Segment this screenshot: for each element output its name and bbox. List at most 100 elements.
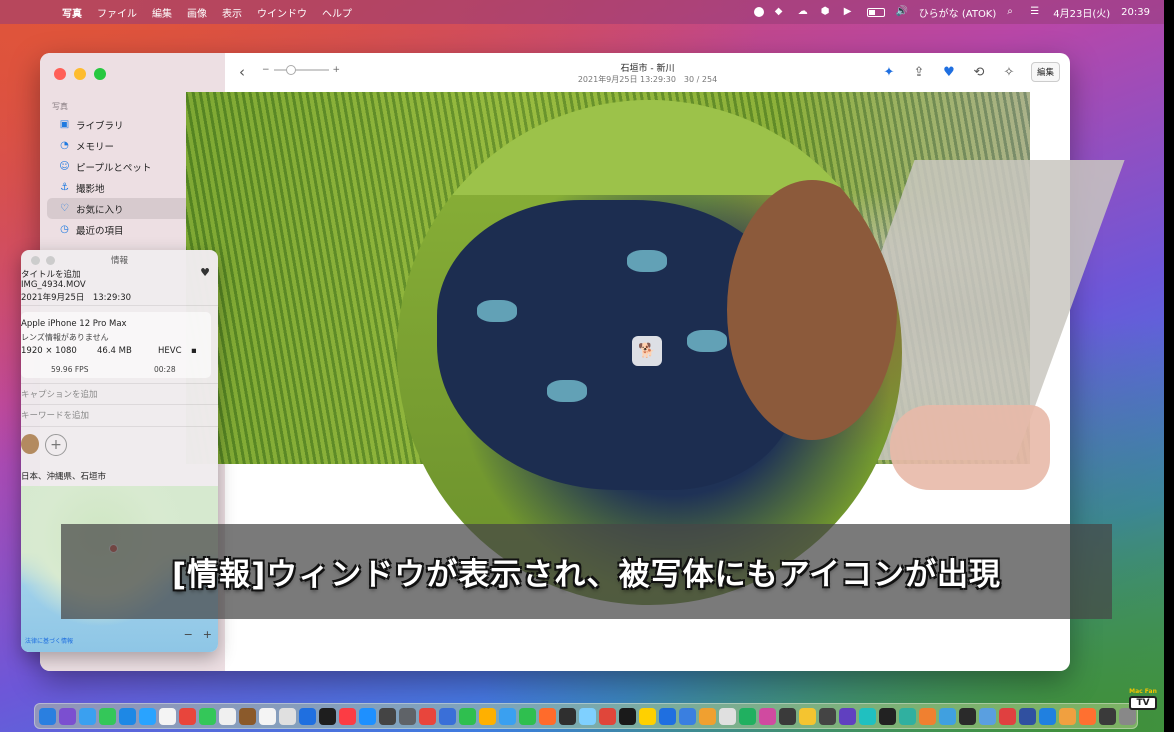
shield-icon[interactable]: ⬢ <box>821 6 833 18</box>
dock-app-icon[interactable] <box>419 707 436 725</box>
add-keyword-field[interactable]: キーワードを追加 <box>21 409 89 421</box>
dock-app-icon[interactable] <box>379 707 396 725</box>
dock-app-icon[interactable] <box>1099 707 1116 725</box>
map-zoom-out-button[interactable]: − <box>184 628 193 641</box>
rotate-icon[interactable]: ⟲ <box>971 65 987 80</box>
dock-app-icon[interactable] <box>79 707 96 725</box>
dock-app-icon[interactable] <box>539 707 556 725</box>
volume-icon[interactable]: 🔊 <box>896 6 908 18</box>
add-person-button[interactable]: + <box>45 434 67 456</box>
dock-app-icon[interactable] <box>599 707 616 725</box>
dock-app-icon[interactable] <box>279 707 296 725</box>
pet-lookup-icon[interactable]: 🐕 <box>632 336 662 366</box>
dock-app-icon[interactable] <box>199 707 216 725</box>
person-avatar[interactable] <box>21 434 39 454</box>
favorite-heart-icon[interactable]: ♥ <box>941 65 957 80</box>
dock-app-icon[interactable] <box>799 707 816 725</box>
dock-app-icon[interactable] <box>139 707 156 725</box>
minimize-window-button[interactable] <box>74 68 86 80</box>
shirt-pattern <box>547 380 587 402</box>
menu-app-name[interactable]: 写真 <box>62 5 82 20</box>
battery-icon[interactable] <box>866 7 885 17</box>
edit-button[interactable]: 編集 <box>1030 62 1060 82</box>
dock-app-icon[interactable] <box>119 707 136 725</box>
dock-app-icon[interactable] <box>619 707 636 725</box>
menu-time[interactable]: 20:39 <box>1121 7 1150 18</box>
info-heart-icon[interactable]: ♥ <box>200 266 210 279</box>
dock-app-icon[interactable] <box>179 707 196 725</box>
search-icon[interactable]: ⌕ <box>1007 6 1019 18</box>
menu-image[interactable]: 画像 <box>187 5 207 20</box>
sidebar-item-label: お気に入り <box>76 204 124 216</box>
dock-app-icon[interactable] <box>559 707 576 725</box>
input-method-indicator[interactable]: ひらがな (ATOK) <box>919 5 997 20</box>
close-window-button[interactable] <box>54 68 66 80</box>
cloud-icon[interactable]: ☁ <box>798 6 810 18</box>
dock-app-icon[interactable] <box>1039 707 1056 725</box>
map-legal-link[interactable]: 法律に基づく情報 <box>25 636 73 645</box>
menu-window[interactable]: ウインドウ <box>257 5 307 20</box>
dock-app-icon[interactable] <box>779 707 796 725</box>
menu-file[interactable]: ファイル <box>97 5 137 20</box>
dock-app-icon[interactable] <box>519 707 536 725</box>
dock-app-icon[interactable] <box>1019 707 1036 725</box>
dock-app-icon[interactable] <box>479 707 496 725</box>
dock-app-icon[interactable] <box>159 707 176 725</box>
play-icon[interactable]: ▶ <box>844 6 856 18</box>
visual-lookup-icon[interactable]: ✦ <box>881 65 897 80</box>
dock-app-icon[interactable] <box>839 707 856 725</box>
dock-app-icon[interactable] <box>359 707 376 725</box>
dock-app-icon[interactable] <box>899 707 916 725</box>
dock-app-icon[interactable] <box>939 707 956 725</box>
dropbox-icon[interactable]: ◆ <box>775 6 787 18</box>
dock-app-icon[interactable] <box>319 707 336 725</box>
dock-app-icon[interactable] <box>979 707 996 725</box>
dock-app-icon[interactable] <box>1059 707 1076 725</box>
location-label: 日本、沖縄県、石垣市 <box>21 472 107 482</box>
dock-app-icon[interactable] <box>759 707 776 725</box>
dock-app-icon[interactable] <box>879 707 896 725</box>
sidebar-section-label: 写真 <box>52 102 68 111</box>
dock-app-icon[interactable] <box>719 707 736 725</box>
add-caption-field[interactable]: キャプションを追加 <box>21 388 98 400</box>
channel-logo: Mac Fan TV <box>1127 688 1159 712</box>
menu-date[interactable]: 4月23日(火) <box>1053 5 1110 20</box>
zoom-window-button[interactable] <box>94 68 106 80</box>
menu-edit[interactable]: 編集 <box>152 5 172 20</box>
dock-app-icon[interactable] <box>999 707 1016 725</box>
dock-app-icon[interactable] <box>959 707 976 725</box>
caption-text: [情報]ウィンドウが表示され、被写体にもアイコンが出現 <box>171 557 1002 593</box>
dock-app-icon[interactable] <box>859 707 876 725</box>
dock-app-icon[interactable] <box>659 707 676 725</box>
dock-app-icon[interactable] <box>239 707 256 725</box>
dock-app-icon[interactable] <box>439 707 456 725</box>
dock-app-icon[interactable] <box>699 707 716 725</box>
dock-app-icon[interactable] <box>99 707 116 725</box>
dock-app-icon[interactable] <box>639 707 656 725</box>
dock-app-icon[interactable] <box>679 707 696 725</box>
dock-app-icon[interactable] <box>919 707 936 725</box>
menu-help[interactable]: ヘルプ <box>322 5 352 20</box>
dock-app-icon[interactable] <box>739 707 756 725</box>
control-center-icon[interactable]: ☰ <box>1030 6 1042 18</box>
grass-region <box>397 100 902 195</box>
record-icon[interactable] <box>753 7 764 17</box>
dock-app-icon[interactable] <box>579 707 596 725</box>
dock-app-icon[interactable] <box>39 707 56 725</box>
dock-app-icon[interactable] <box>339 707 356 725</box>
dock-app-icon[interactable] <box>299 707 316 725</box>
dock-app-icon[interactable] <box>819 707 836 725</box>
dock-app-icon[interactable] <box>399 707 416 725</box>
dock-app-icon[interactable] <box>259 707 276 725</box>
dock-app-icon[interactable] <box>459 707 476 725</box>
dock-app-icon[interactable] <box>1079 707 1096 725</box>
dock-app-icon[interactable] <box>499 707 516 725</box>
map-zoom-in-button[interactable]: + <box>203 628 212 641</box>
add-title-field[interactable]: タイトルを追加 <box>21 268 81 280</box>
auto-enhance-icon[interactable]: ✧ <box>1001 65 1017 80</box>
menu-view[interactable]: 表示 <box>222 5 242 20</box>
dock-app-icon[interactable] <box>59 707 76 725</box>
resolution: 1920 × 1080 <box>21 346 77 356</box>
share-icon[interactable]: ⇪ <box>911 65 927 80</box>
dock-app-icon[interactable] <box>219 707 236 725</box>
